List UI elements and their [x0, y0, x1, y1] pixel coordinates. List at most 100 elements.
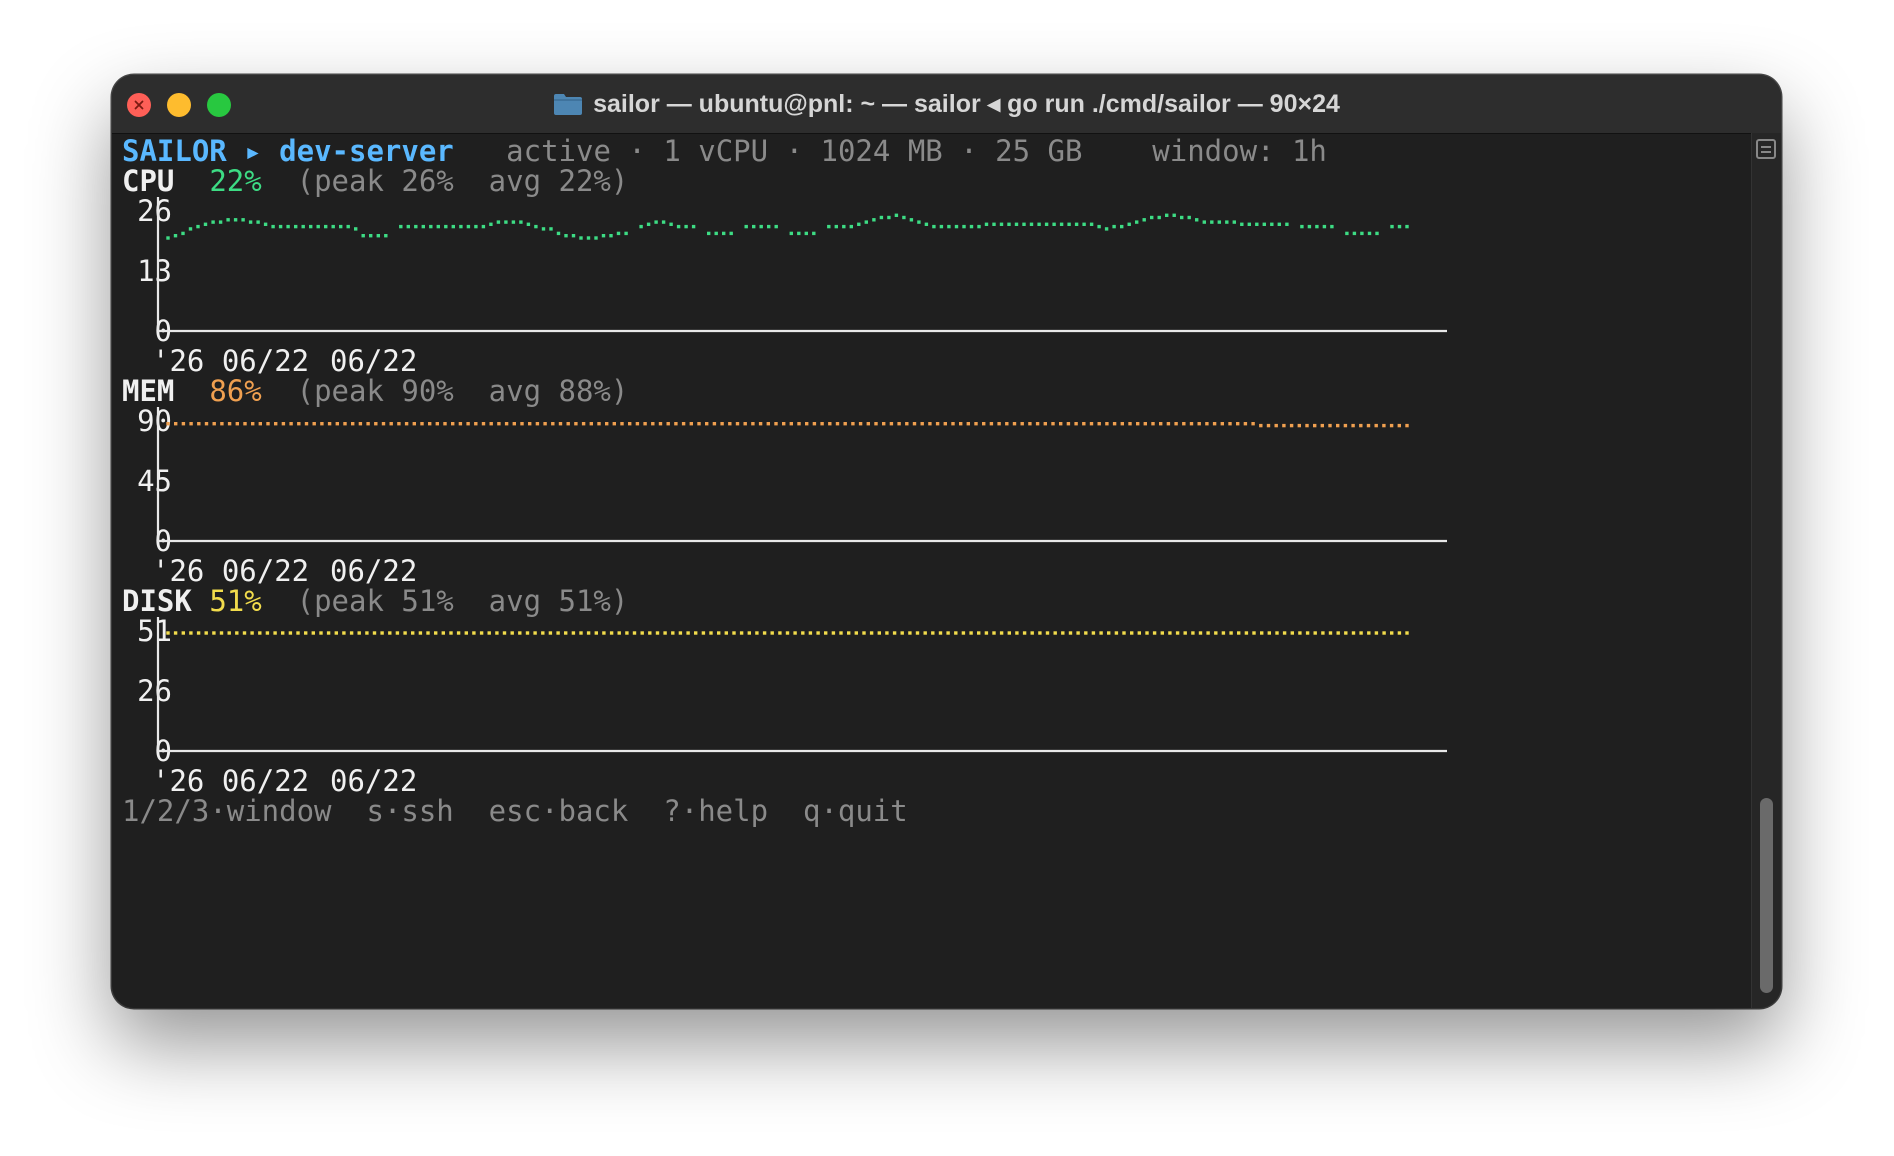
data-point	[1107, 631, 1111, 635]
data-point	[974, 422, 978, 426]
data-point	[556, 631, 560, 635]
data-point	[1405, 631, 1409, 635]
data-point	[1051, 422, 1055, 426]
title-bar: sailor — ubuntu@pnl: ~ — sailor ◂ go run…	[112, 75, 1781, 134]
data-point	[227, 631, 231, 635]
data-point	[640, 631, 644, 635]
data-point	[1389, 423, 1394, 428]
scrollbar-thumb[interactable]	[1760, 798, 1773, 993]
data-point	[335, 422, 339, 426]
data-point	[571, 631, 576, 635]
data-point	[924, 222, 929, 226]
data-point	[449, 631, 453, 635]
data-point	[729, 231, 733, 236]
data-point	[320, 422, 324, 426]
data-point	[1244, 631, 1249, 635]
data-point	[684, 224, 688, 229]
data-point	[1259, 423, 1263, 428]
data-point	[1136, 422, 1140, 426]
scroll-options-icon[interactable]	[1756, 139, 1776, 159]
terminal-content: SAILOR ▸ dev-server active · 1 vCPU · 10…	[112, 133, 1752, 1008]
data-point	[1367, 231, 1372, 236]
data-point	[281, 631, 285, 635]
data-point	[1112, 224, 1116, 229]
data-point	[1157, 215, 1161, 220]
data-point	[612, 422, 616, 426]
data-point	[256, 220, 260, 224]
data-point	[510, 631, 514, 635]
scrollbar[interactable]	[1751, 133, 1781, 1008]
data-point	[1015, 631, 1019, 635]
data-point	[648, 631, 652, 635]
data-point	[380, 631, 384, 635]
data-point	[496, 220, 501, 224]
data-point	[181, 422, 186, 426]
data-point	[297, 422, 301, 426]
data-point	[951, 422, 955, 426]
data-point	[556, 231, 561, 236]
data-point	[1270, 222, 1274, 226]
data-point	[220, 422, 224, 426]
data-point	[204, 422, 209, 426]
data-point	[1252, 631, 1256, 635]
data-point	[389, 422, 393, 426]
data-point	[961, 631, 966, 635]
data-point	[1220, 422, 1224, 426]
data-point	[1014, 222, 1019, 226]
data-point	[654, 220, 658, 224]
data-point	[1105, 422, 1109, 426]
data-point	[816, 631, 820, 635]
data-point	[456, 631, 461, 635]
data-point	[173, 234, 178, 238]
data-point	[1120, 422, 1124, 426]
data-point	[1089, 222, 1094, 226]
data-point	[1251, 422, 1255, 426]
data-point	[1012, 422, 1017, 426]
data-point	[691, 224, 696, 229]
data-point	[676, 224, 681, 229]
data-point	[1066, 422, 1071, 426]
data-point	[1135, 220, 1139, 224]
data-point	[479, 631, 484, 635]
data-point	[801, 631, 805, 635]
data-point	[334, 631, 338, 635]
data-point	[827, 224, 831, 229]
data-point	[643, 422, 647, 426]
data-point	[511, 220, 516, 224]
data-point	[218, 220, 223, 224]
data-point	[243, 422, 247, 426]
data-point	[250, 631, 254, 635]
data-point	[1330, 224, 1334, 229]
data-point	[1112, 422, 1117, 426]
data-point	[289, 422, 293, 426]
data-point	[686, 631, 690, 635]
data-point	[1150, 215, 1154, 220]
data-point	[1082, 422, 1086, 426]
data-point	[525, 631, 530, 635]
data-point	[1037, 222, 1041, 226]
data-point	[166, 631, 170, 635]
data-point	[203, 222, 208, 226]
data-point	[1045, 631, 1050, 635]
data-point	[571, 234, 576, 238]
data-point	[1305, 423, 1309, 428]
data-point	[1255, 222, 1259, 226]
data-point	[625, 631, 629, 635]
data-point	[466, 224, 471, 229]
data-point	[804, 231, 808, 236]
data-point	[900, 631, 904, 635]
data-point	[997, 422, 1001, 426]
data-point	[1397, 423, 1401, 428]
data-point	[235, 631, 239, 635]
data-point	[579, 631, 583, 635]
data-point	[1195, 218, 1199, 222]
data-point	[349, 631, 354, 635]
data-point	[897, 422, 901, 426]
data-point	[905, 422, 909, 426]
data-point	[849, 224, 853, 229]
data-point	[319, 631, 323, 635]
data-point	[857, 222, 861, 226]
data-point	[1300, 224, 1304, 229]
data-point	[1397, 631, 1402, 635]
data-point	[1114, 631, 1119, 635]
